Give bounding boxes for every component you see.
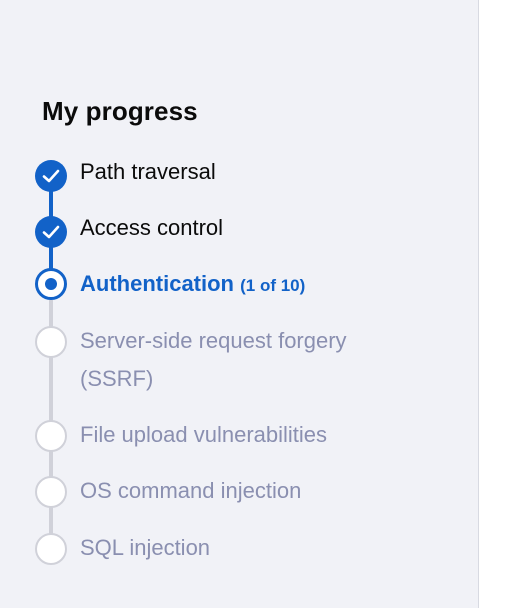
step-authentication-count: (1 of 10) (240, 276, 306, 295)
current-dot (45, 278, 57, 290)
step-ssrf[interactable]: Server-side request forgery (SSRF) (80, 322, 370, 398)
empty-circle-icon (35, 476, 67, 508)
check-icon (35, 160, 67, 192)
step-authentication[interactable]: Authentication (1 of 10) (80, 265, 380, 305)
step-sql-injection[interactable]: SQL injection (80, 529, 380, 567)
check-icon (35, 216, 67, 248)
step-path-traversal[interactable]: Path traversal (80, 153, 380, 191)
step-access-control[interactable]: Access control (80, 209, 380, 247)
empty-circle-icon (35, 420, 67, 452)
step-os-command-injection[interactable]: OS command injection (80, 472, 380, 510)
progress-heading: My progress (42, 96, 198, 126)
progress-sidebar: My progress Path traversal Access contro… (0, 0, 479, 608)
current-dot-icon (35, 268, 67, 300)
page: My progress Path traversal Access contro… (0, 0, 505, 608)
step-file-upload[interactable]: File upload vulnerabilities (80, 416, 380, 454)
step-authentication-label: Authentication (80, 271, 234, 296)
empty-circle-icon (35, 326, 67, 358)
empty-circle-icon (35, 533, 67, 565)
